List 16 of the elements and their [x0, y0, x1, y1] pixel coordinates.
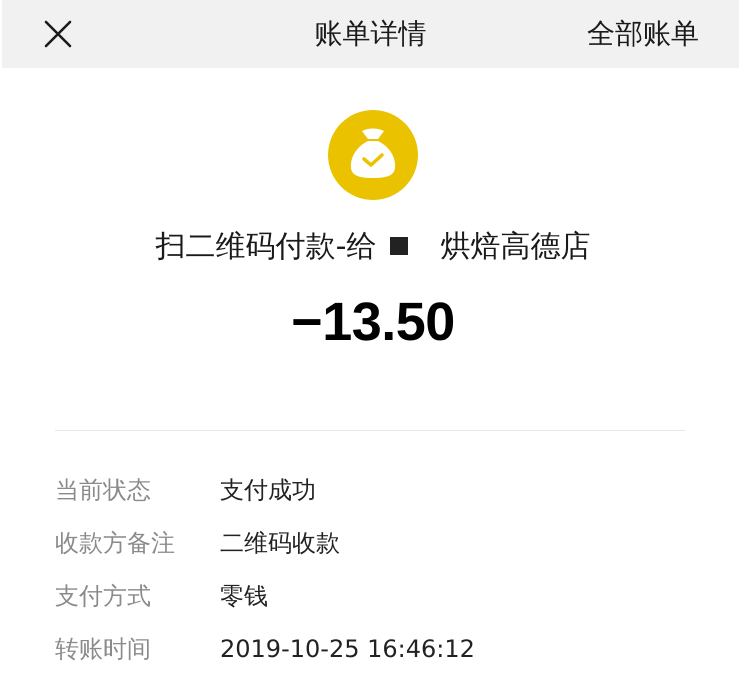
- close-button[interactable]: [42, 18, 74, 50]
- detail-value: 二维码收款: [220, 528, 341, 558]
- payment-description: 扫二维码付款-给: [156, 229, 376, 265]
- close-icon: [44, 20, 72, 48]
- detail-label: 当前状态: [55, 474, 152, 506]
- detail-label: 转账时间: [55, 634, 152, 664]
- merchant-name: 烘焙高德店: [440, 229, 590, 265]
- detail-label: 支付方式: [55, 580, 152, 612]
- detail-value: 2019-10-25 16:46:12: [220, 634, 476, 662]
- amount: −13.50: [291, 292, 455, 352]
- detail-value: 支付成功: [220, 474, 317, 506]
- detail-value: 零钱: [220, 580, 269, 612]
- detail-label: 收款方备注: [55, 528, 176, 558]
- page-title: 账单详情: [314, 16, 426, 52]
- all-bills-button[interactable]: 全部账单: [587, 16, 699, 52]
- money-bag-check-icon: [328, 110, 418, 200]
